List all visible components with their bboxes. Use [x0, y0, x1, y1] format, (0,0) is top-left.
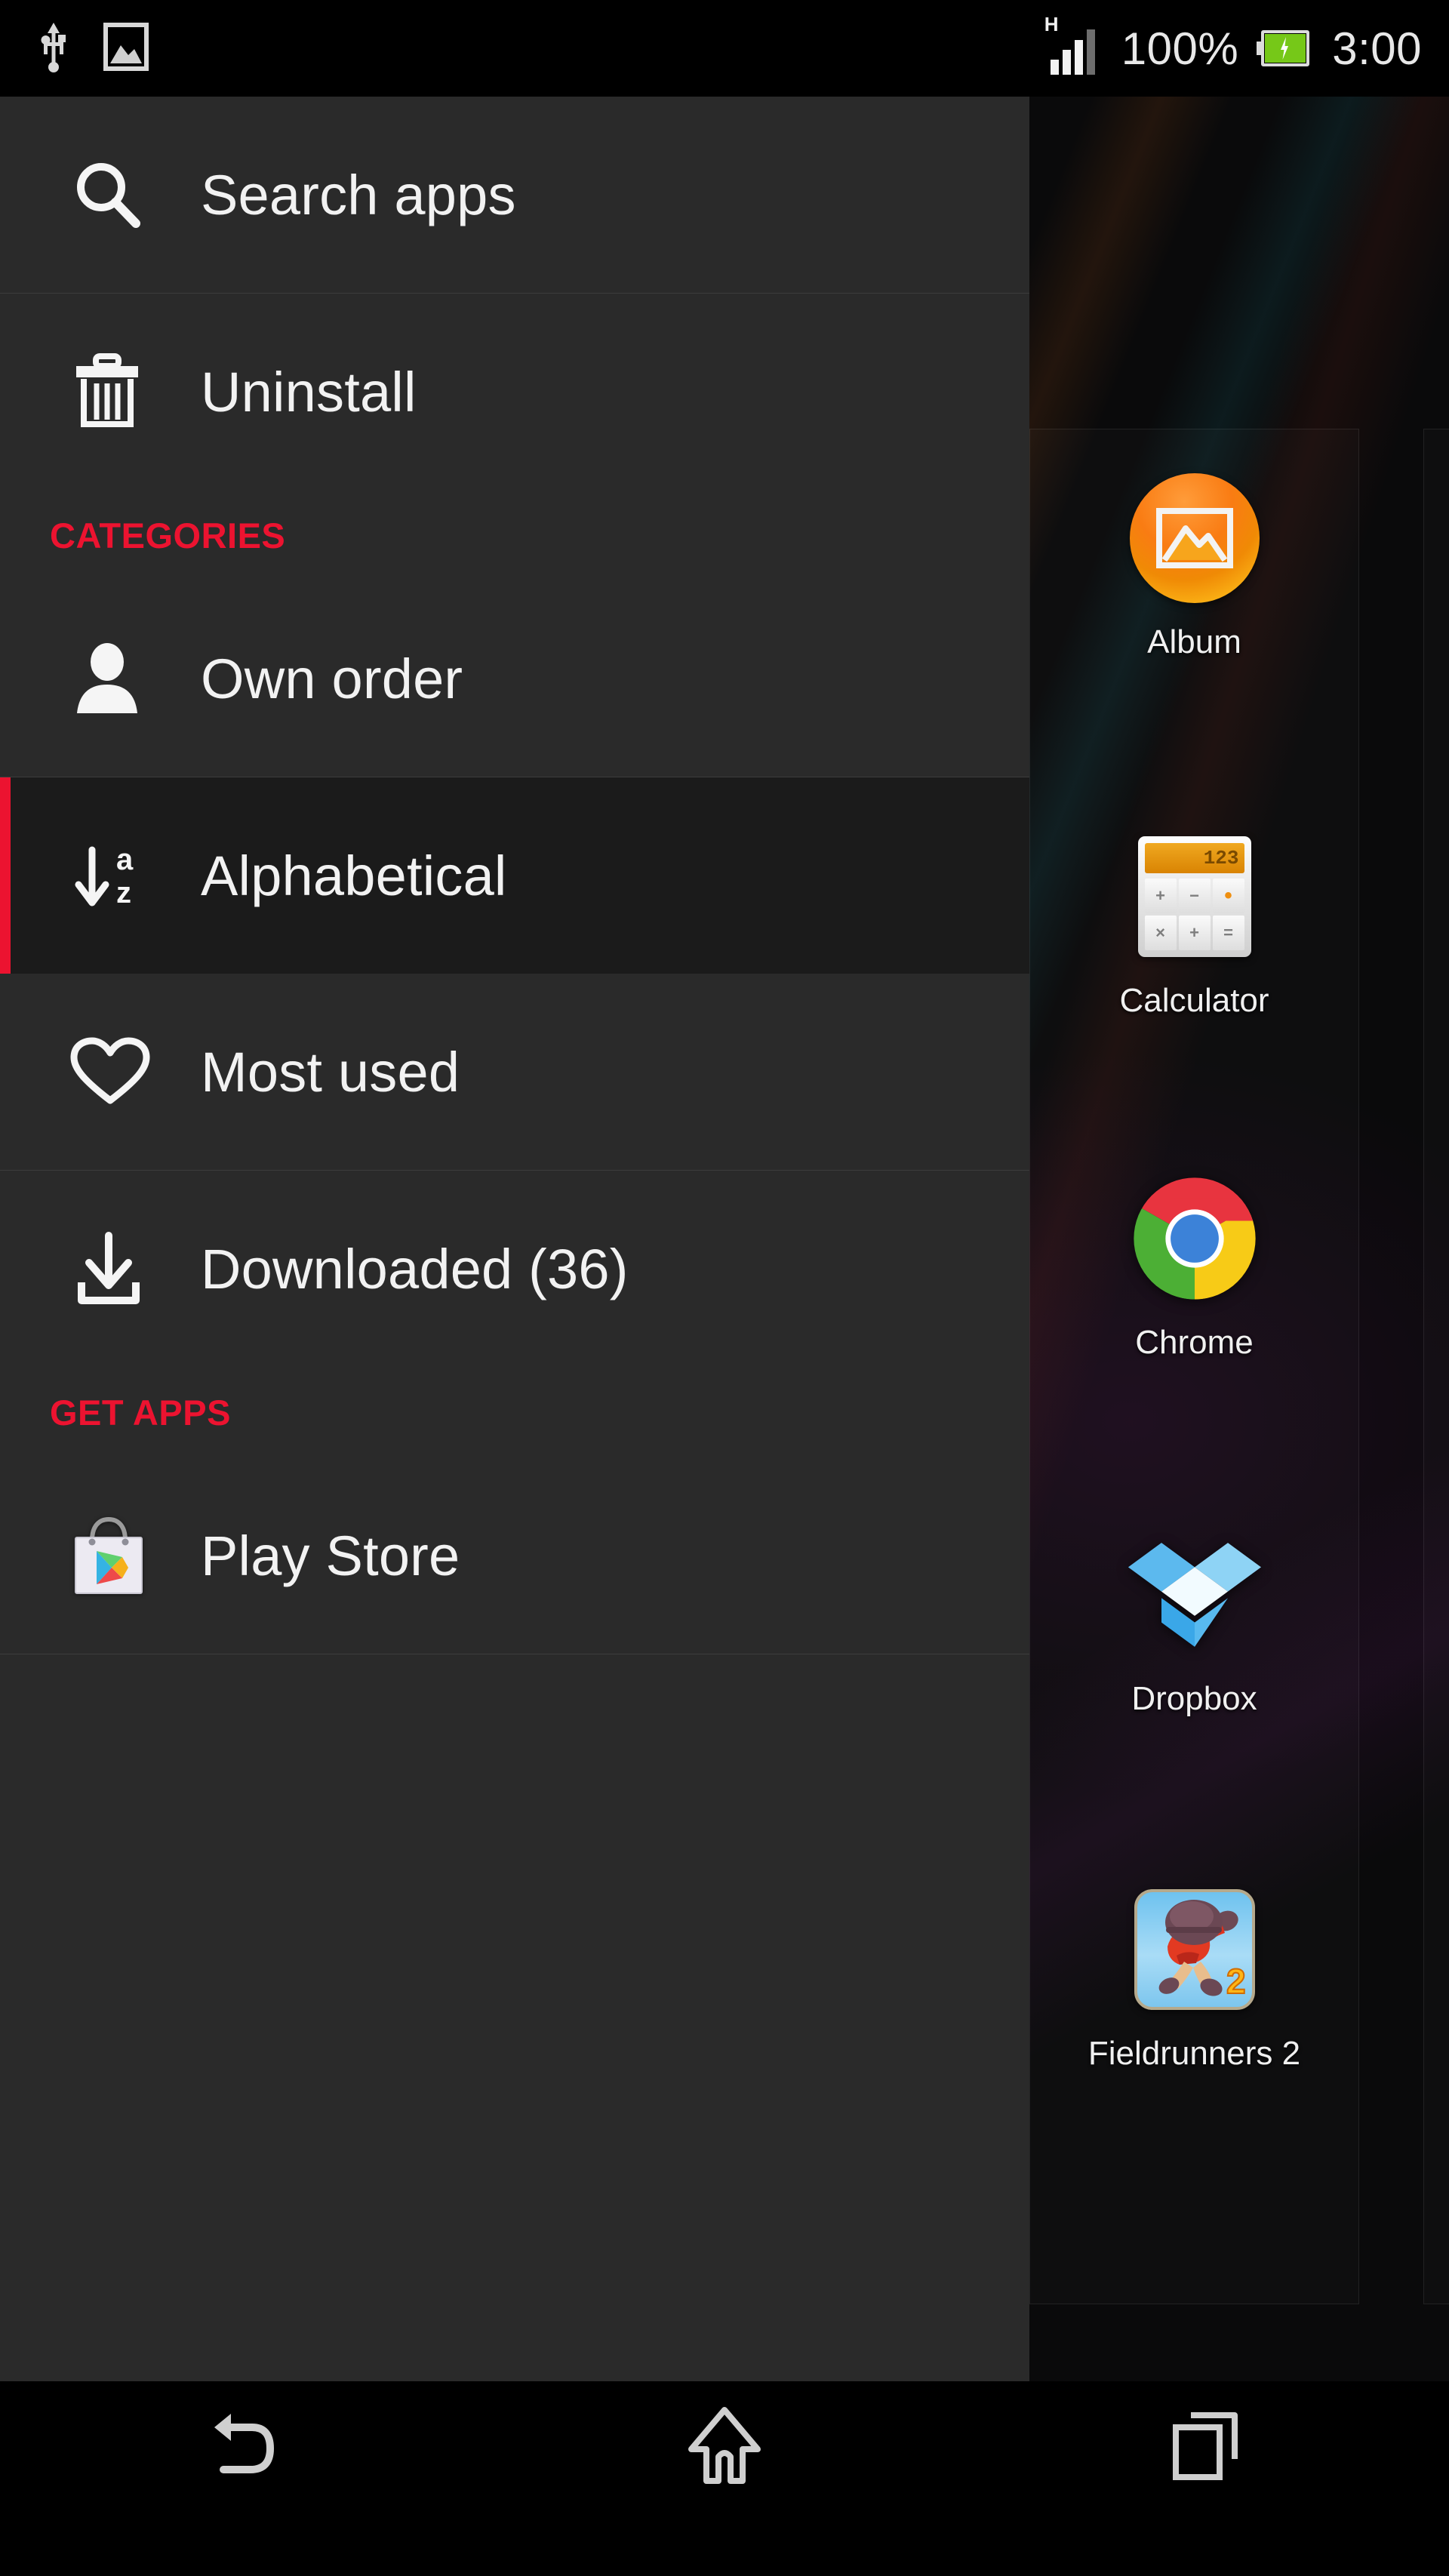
drawer-item-play-store[interactable]: Play Store — [0, 1457, 1029, 1654]
app-item-calculator[interactable]: 123 + − • × + = Calculator — [1029, 825, 1359, 1019]
person-icon — [69, 641, 169, 716]
calculator-icon: 123 + − • × + = — [1137, 836, 1251, 957]
search-icon — [69, 157, 169, 232]
drawer-item-label: Play Store — [201, 1524, 460, 1587]
status-bar-right-icons: H 100% 3:00 — [1044, 14, 1449, 75]
album-icon — [1129, 473, 1260, 603]
drawer-item-downloaded[interactable]: Downloaded (36) — [0, 1171, 1029, 1367]
play-store-icon — [69, 1515, 169, 1596]
sort-az-icon: a z — [69, 836, 169, 915]
app-drawer-screen: H 100% 3:00 Album 123 + − • × + = Calcul… — [0, 0, 1449, 2576]
image-icon — [103, 20, 149, 78]
drawer-menu-list: Search apps Uninstall CATEGORIES Own ord… — [0, 97, 1029, 1654]
drawer-item-label: Downloaded (36) — [201, 1237, 629, 1300]
drawer-section-get-apps: GET APPS — [50, 1392, 231, 1433]
network-type-label: H — [1044, 13, 1059, 35]
drawer-item-most-used[interactable]: Most used — [0, 974, 1029, 1170]
status-bar-left-icons — [0, 20, 149, 78]
drawer-item-search-apps[interactable]: Search apps — [0, 97, 1029, 293]
drawer-item-label: Uninstall — [201, 360, 417, 423]
navigation-bar — [0, 2381, 1449, 2576]
fieldrunners-2-icon: 2 — [1134, 1889, 1255, 2010]
recent-apps-icon — [1165, 2408, 1250, 2490]
app-label: Fieldrunners 2 — [1088, 2035, 1301, 2072]
drawer-item-uninstall[interactable]: Uninstall — [0, 294, 1029, 490]
app-item-fieldrunners-2[interactable]: 2 Fieldrunners 2 — [1029, 1878, 1359, 2072]
selection-accent-bar — [0, 777, 11, 974]
chrome-icon — [1133, 1177, 1256, 1300]
back-arrow-icon — [198, 2408, 285, 2490]
drawer-item-alphabetical[interactable]: a z Alphabetical — [0, 777, 1029, 974]
download-icon — [69, 1230, 169, 1308]
app-item-chrome[interactable]: Chrome — [1029, 1167, 1359, 1361]
home-icon — [685, 2405, 764, 2492]
app-label: Calculator — [1119, 982, 1269, 1019]
back-button[interactable] — [0, 2381, 483, 2502]
app-label: Album — [1147, 623, 1241, 660]
usb-icon — [38, 20, 69, 78]
svg-text:a: a — [116, 843, 134, 876]
battery-charging-icon — [1257, 30, 1314, 66]
drawer-item-label: Most used — [201, 1040, 460, 1103]
app-label: Chrome — [1135, 1324, 1254, 1361]
drawer-item-label: Alphabetical — [201, 844, 507, 907]
battery-percent-label: 100% — [1121, 23, 1239, 74]
home-button[interactable] — [483, 2381, 966, 2502]
app-label: Dropbox — [1131, 1680, 1257, 1717]
drawer-item-label: Search apps — [201, 163, 516, 226]
status-bar: H 100% 3:00 — [0, 0, 1449, 97]
recent-apps-button[interactable] — [966, 2381, 1449, 2502]
svg-text:z: z — [116, 876, 131, 909]
signal-bars-icon: H — [1044, 14, 1103, 75]
calculator-display: 123 — [1144, 843, 1244, 873]
trash-icon — [69, 352, 169, 432]
app-item-dropbox[interactable]: Dropbox — [1029, 1523, 1359, 1717]
dropbox-icon — [1128, 1543, 1261, 1647]
heart-icon — [69, 1036, 169, 1108]
app-item-album[interactable]: Album — [1029, 466, 1359, 660]
app-grid-column-2 — [1423, 429, 1449, 2304]
drawer-section-categories: CATEGORIES — [50, 515, 286, 556]
drawer-panel: Search apps Uninstall CATEGORIES Own ord… — [0, 97, 1029, 2381]
drawer-item-label: Own order — [201, 647, 463, 710]
drawer-item-own-order[interactable]: Own order — [0, 580, 1029, 777]
svg-text:2: 2 — [1226, 1962, 1246, 2001]
clock-label: 3:00 — [1332, 23, 1422, 74]
